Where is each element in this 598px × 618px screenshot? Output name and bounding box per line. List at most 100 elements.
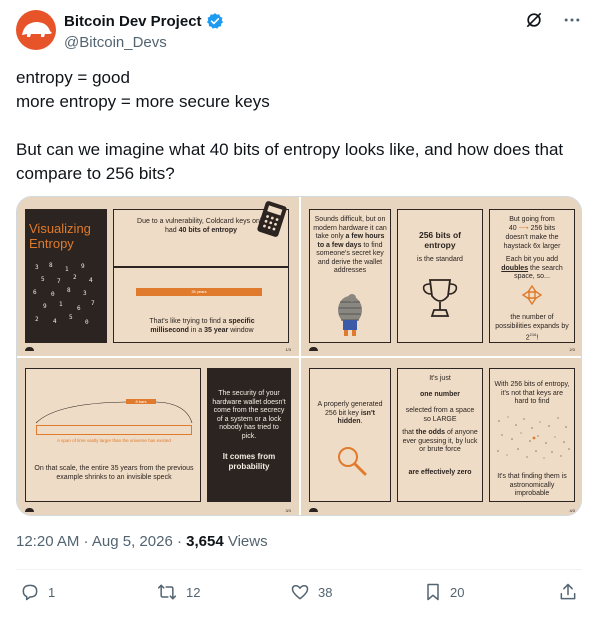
tweet-meta: 12:20 AM · Aug 5, 2026 · 3,654 Views [16,533,268,550]
reply-button[interactable]: 1 [20,582,55,602]
svg-text:6: 6 [33,289,37,296]
slide-3[interactable]: 8 bars A span of time vastly larger than… [17,358,299,515]
scale-card: 8 bars A span of time vastly larger than… [25,368,201,502]
author-handle[interactable]: @Bitcoin_Devs [64,34,167,51]
calculator-icon [257,201,287,237]
heart-icon [291,585,309,600]
scale-text: On that scale, the entire 35 years from … [34,465,194,481]
more-options-icon[interactable] [562,10,582,30]
improbable-card: With 256 bits of entropy, it's not that … [489,368,575,502]
standard-title: 256 bits of entropy [418,230,462,250]
particle-field-graphic [497,416,570,459]
divider [16,569,582,570]
one-number-bold: one number [419,391,461,398]
svg-text:2: 2 [73,274,77,281]
reply-icon [22,584,38,601]
one-number-card: It's just one number selected from a spa… [397,368,483,502]
doubling-bottom: the number of possibilities expands by 2… [495,314,569,342]
svg-text:1: 1 [65,266,69,273]
millisecond-text: That's like trying to find a specific mi… [149,318,255,334]
like-count: 38 [318,584,333,600]
page-indicator: 1/3 [285,347,291,352]
bookmark-button[interactable]: 20 [424,582,464,602]
tweet-line: But can we imagine what 40 bits of entro… [16,140,564,183]
probability-card: The security of your hardware wallet doe… [207,368,291,502]
svg-text:7: 7 [57,278,61,285]
media-grid[interactable]: Visualizing Entropy 3819 5724 6083 9167 … [16,196,582,516]
action-bar: 1 12 38 20 [20,582,578,608]
divider [114,266,288,268]
verified-badge-icon [206,13,223,29]
one-number-2: selected from a space so LARGE [405,407,475,423]
span-label: A span of time vastly larger than the un… [57,438,171,443]
standard-card: 256 bits of entropy is the standard [397,209,483,343]
magnifier-icon [338,447,367,476]
improbable-bottom: It's that finding them is astronomically… [497,473,567,497]
tweet-header: Bitcoin Dev Project @Bitcoin_Devs [16,10,582,54]
svg-text:1: 1 [59,301,63,308]
slide-4[interactable]: A properly generated 256 bit key isn't h… [301,358,581,515]
slide-1[interactable]: Visualizing Entropy 3819 5724 6083 9167 … [17,197,299,356]
svg-text:3: 3 [83,290,87,297]
svg-text:9: 9 [43,303,47,310]
share-button[interactable] [558,582,578,602]
slide-logo-icon [25,347,34,351]
reply-count: 1 [48,584,56,600]
repost-button[interactable]: 12 [156,582,200,602]
svg-text:7: 7 [91,300,95,307]
tweet-line: entropy = good [16,68,130,87]
hardware-text: Sounds difficult, but on modern hardware… [313,216,387,274]
grok-icon[interactable] [524,10,544,30]
grid-separator [299,197,301,515]
improbable-top: With 256 bits of entropy, it's not that … [494,381,570,405]
svg-text:5: 5 [69,314,73,321]
svg-text:3: 3 [35,264,39,271]
svg-text:0: 0 [85,319,89,326]
hidden-card: A properly generated 256 bit key isn't h… [309,368,391,502]
doubling-mid: Each bit you add doubles the search spac… [501,256,563,280]
hardware-card: Sounds difficult, but on modern hardware… [309,209,391,343]
svg-text:0: 0 [51,291,55,298]
page-indicator: 3/3 [285,508,291,513]
slide-title: Visualizing Entropy [29,221,91,251]
page-indicator: 4/3 [569,508,575,513]
tweet-line: more entropy = more secure keys [16,92,270,111]
svg-text:5: 5 [41,276,45,283]
doubling-top: But going from [509,216,555,223]
expanding-arrows-icon [521,284,543,306]
vuln-text: Due to a vulnerability, Coldcard keys on… [137,218,265,234]
repost-count: 12 [186,584,201,600]
standard-sub: is the standard [417,256,463,263]
avatar[interactable] [16,10,56,50]
slide-2[interactable]: Sounds difficult, but on modern hardware… [301,197,581,356]
svg-text:6: 6 [77,305,81,312]
svg-text:8: 8 [49,262,53,269]
bookmark-count: 20 [450,584,465,600]
armadillo-mascot-icon [338,294,362,336]
like-button[interactable]: 38 [290,582,332,602]
probability-text: The security of your hardware wallet doe… [212,390,286,440]
doubling-card: But going from 40 ⟶ 256 bits doesn't mak… [489,209,575,343]
one-number-zero: are effectively zero [408,469,472,476]
doubling-line2: doesn't make the haystack 6x larger [503,234,561,250]
svg-text:8: 8 [67,287,71,294]
timestamp[interactable]: 12:20 AM · Aug 5, 2026 · [16,533,186,550]
svg-text:9: 9 [81,263,85,270]
views-count: 3,654 [186,533,224,550]
one-number-3: that the odds of anyone ever guessing it… [402,429,478,453]
author-name[interactable]: Bitcoin Dev Project [64,13,202,30]
share-icon [560,583,576,600]
page-indicator: 2/3 [569,347,575,352]
hidden-text: A properly generated 256 bit key isn't h… [317,401,383,425]
doubling-arrow-row: 40 ⟶ 256 bits [508,225,556,232]
svg-text:4: 4 [89,277,93,284]
trophy-icon [422,279,458,317]
repost-icon [157,584,177,600]
svg-text:2: 2 [35,316,39,323]
bookmark-icon [427,583,439,601]
slide-logo-icon [25,508,34,512]
tweet-text: entropy = good more entropy = more secur… [16,66,576,186]
slide-logo-icon [309,508,318,512]
slide-logo-icon [309,347,318,351]
universe-bar [36,425,192,435]
